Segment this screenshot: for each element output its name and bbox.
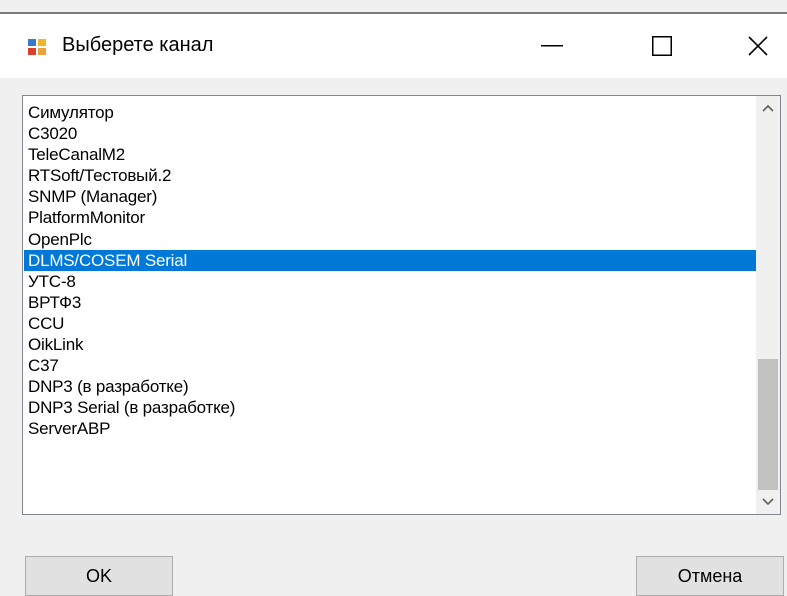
list-item[interactable]: OpenPlc xyxy=(24,229,756,250)
ok-button[interactable]: OK xyxy=(25,556,173,596)
scroll-up-button[interactable] xyxy=(756,96,780,120)
minimize-icon xyxy=(541,45,563,47)
list-item[interactable]: DNP3 Serial (в разработке) xyxy=(24,397,756,418)
list-item[interactable]: Симулятор xyxy=(24,102,756,123)
list-item[interactable]: OikLink xyxy=(24,334,756,355)
dialog-window: Выберете канал Симулятор C3020 TeleCanalM2… xyxy=(0,0,787,596)
list-item[interactable]: PlatformMonitor xyxy=(24,207,756,228)
list-item[interactable]: CCU xyxy=(24,313,756,334)
list-item[interactable]: ServerABP xyxy=(24,418,756,439)
scroll-thumb[interactable] xyxy=(758,359,778,490)
chevron-up-icon xyxy=(762,99,774,117)
list-item[interactable]: УТС-8 xyxy=(24,271,756,292)
channel-listbox[interactable]: Симулятор C3020 TeleCanalM2 RTSoft/Тестовый… xyxy=(22,95,781,515)
maximize-icon xyxy=(652,36,672,56)
minimize-button[interactable] xyxy=(522,14,582,78)
vertical-scrollbar[interactable] xyxy=(756,96,780,514)
maximize-button[interactable] xyxy=(632,14,692,78)
list-item[interactable]: ВРТФ3 xyxy=(24,292,756,313)
window-title: Выберете канал xyxy=(62,34,214,56)
list-item[interactable]: TeleCanalM2 xyxy=(24,144,756,165)
list-item[interactable]: C3020 xyxy=(24,123,756,144)
title-bar[interactable]: Выберете канал xyxy=(0,14,787,78)
list-item[interactable]: SNMP (Manager) xyxy=(24,186,756,207)
list-item[interactable]: DNP3 (в разработке) xyxy=(24,376,756,397)
close-button[interactable] xyxy=(728,14,787,78)
cancel-button[interactable]: Отмена xyxy=(636,556,784,596)
channel-list: Симулятор C3020 TeleCanalM2 RTSoft/Тестовый… xyxy=(24,102,756,440)
list-item-selected[interactable]: DLMS/COSEM Serial xyxy=(24,249,756,271)
close-icon xyxy=(748,36,768,56)
dialog-client-area: Симулятор C3020 TeleCanalM2 RTSoft/Тестовый… xyxy=(0,78,787,596)
window-app-icon xyxy=(27,38,47,56)
chevron-down-icon xyxy=(762,493,774,511)
list-item[interactable]: RTSoft/Тестовый.2 xyxy=(24,165,756,186)
list-item[interactable]: C37 xyxy=(24,355,756,376)
scroll-down-button[interactable] xyxy=(756,490,780,514)
